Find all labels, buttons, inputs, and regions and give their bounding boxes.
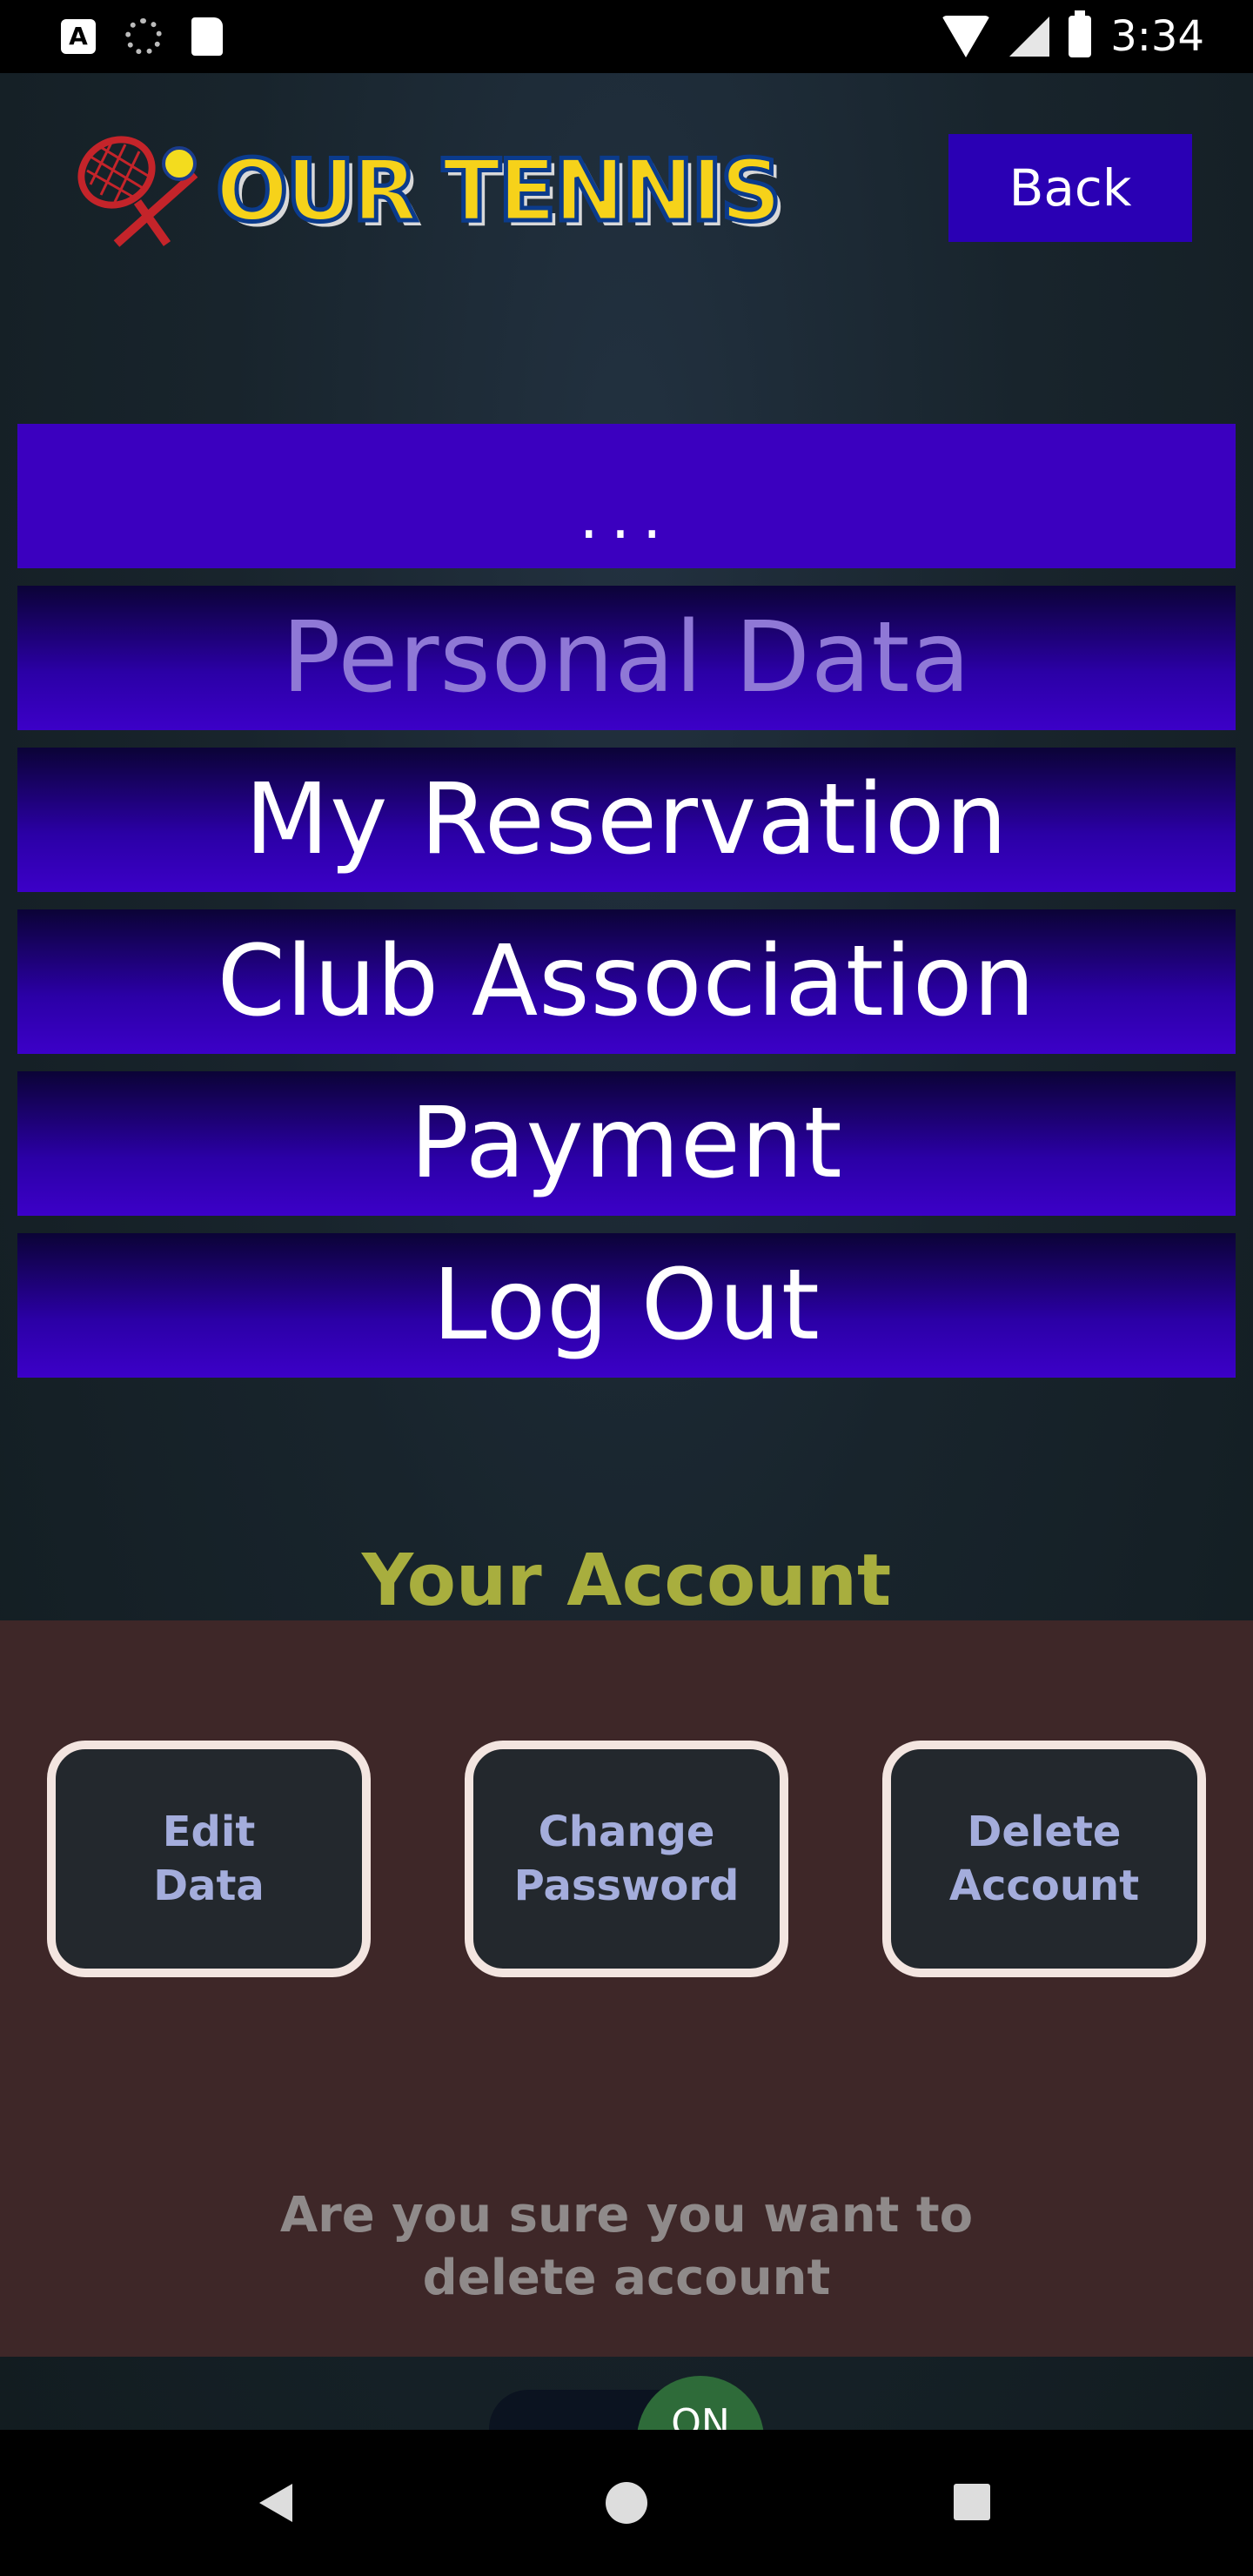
button-label-line1: Change [538, 1808, 715, 1856]
menu-item-personal-data[interactable]: Personal Data [17, 586, 1236, 730]
menu-item-label: Club Association [217, 925, 1036, 1038]
sd-card-icon [191, 17, 223, 56]
sync-icon [125, 18, 162, 55]
toggle-knob[interactable]: ON [637, 2376, 764, 2430]
button-label-line2: Data [153, 1862, 265, 1910]
menu-item-more[interactable]: ... [17, 424, 1236, 568]
menu-item-label: Payment [410, 1087, 843, 1200]
menu-item-label: Log Out [432, 1249, 821, 1362]
menu-item-label: Personal Data [281, 601, 972, 714]
a-notification-icon: A [61, 19, 96, 54]
nav-back-icon[interactable] [259, 2484, 292, 2522]
nav-recents-icon[interactable] [954, 2484, 990, 2520]
system-nav-bar [0, 2430, 1253, 2576]
menu-item-log-out[interactable]: Log Out [17, 1233, 1236, 1378]
edit-data-button[interactable]: Edit Data [47, 1741, 371, 1977]
confirm-line-1: Are you sure you want to [279, 2187, 974, 2244]
signal-icon [1009, 17, 1050, 57]
menu-item-my-reservation[interactable]: My Reservation [17, 748, 1236, 892]
status-time: 3:34 [1110, 12, 1204, 61]
status-bar: A 3:34 [0, 0, 1253, 73]
delete-account-button[interactable]: Delete Account [882, 1741, 1206, 1977]
tennis-racket-icon [64, 131, 212, 252]
delete-confirm-text: Are you sure you want to delete account [0, 2184, 1253, 2310]
confirm-line-2: delete account [422, 2250, 831, 2306]
wifi-icon [941, 16, 991, 57]
menu-item-payment[interactable]: Payment [17, 1071, 1236, 1216]
change-password-button[interactable]: Change Password [465, 1741, 788, 1977]
nav-home-icon[interactable] [606, 2482, 647, 2524]
button-label-line1: Delete [967, 1808, 1122, 1856]
back-button[interactable]: Back [948, 134, 1192, 242]
app-logo: OUR TENNIS [64, 131, 784, 252]
delete-confirm-toggle[interactable]: ON [0, 2350, 1253, 2430]
button-label-line1: Edit [162, 1808, 256, 1856]
menu-item-label: My Reservation [245, 763, 1008, 876]
battery-icon [1069, 10, 1092, 57]
button-label-line2: Password [513, 1862, 740, 1910]
account-section-title: Your Account [361, 1540, 892, 1622]
button-label-line2: Account [948, 1862, 1140, 1910]
menu-item-club-association[interactable]: Club Association [17, 909, 1236, 1054]
logo-text: OUR TENNIS [213, 140, 783, 244]
main-menu: ... Personal Data My Reservation Club As… [17, 424, 1236, 1395]
menu-item-label: ... [579, 481, 674, 553]
